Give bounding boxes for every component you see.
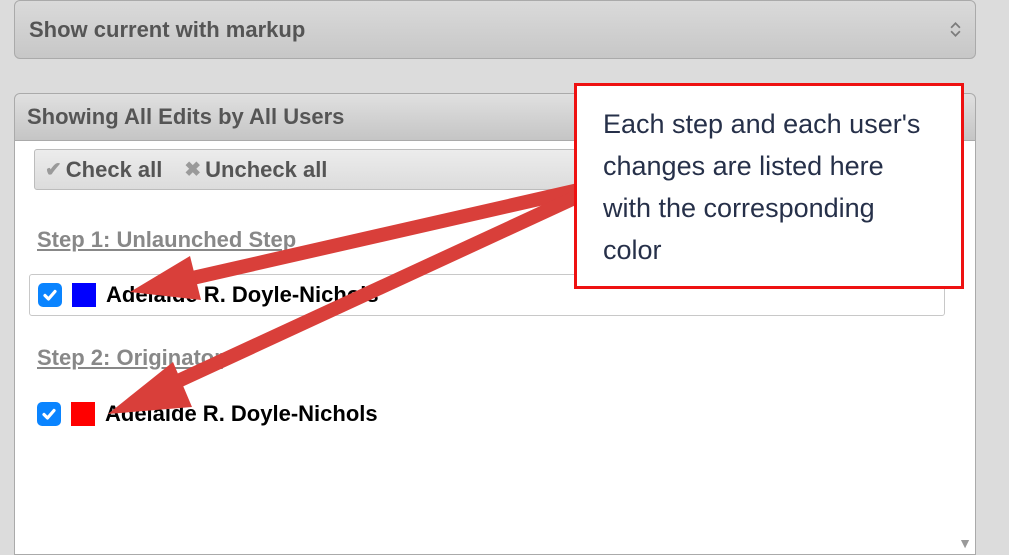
uncheck-all-label: Uncheck all [205,157,327,183]
markup-mode-label: Show current with markup [29,17,305,43]
markup-mode-dropdown[interactable]: Show current with markup [14,0,976,59]
step-1-title: Step 1: Unlaunched Step [37,227,296,253]
annotation-text: Each step and each user's changes are li… [603,109,920,265]
scroll-down-icon[interactable]: ▼ [958,535,972,551]
color-swatch [71,402,95,426]
step-2-title: Step 2: Originator [37,345,223,371]
uncheck-all-button[interactable]: ✖ Uncheck all [184,157,327,183]
user-checkbox[interactable] [38,283,62,307]
edits-filter-label: Showing All Edits by All Users [27,104,344,130]
user-name: Adelaide R. Doyle-Nichols [106,282,379,308]
dropdown-chevrons-icon [950,22,961,37]
user-row[interactable]: Adelaide R. Doyle-Nichols [29,393,945,435]
check-all-label: Check all [66,157,163,183]
user-checkbox[interactable] [37,402,61,426]
color-swatch [72,283,96,307]
annotation-callout: Each step and each user's changes are li… [574,83,964,289]
check-all-button[interactable]: ✔ Check all [45,157,162,183]
close-icon: ✖ [184,157,201,182]
check-icon: ✔ [45,157,62,182]
user-name: Adelaide R. Doyle-Nichols [105,401,378,427]
